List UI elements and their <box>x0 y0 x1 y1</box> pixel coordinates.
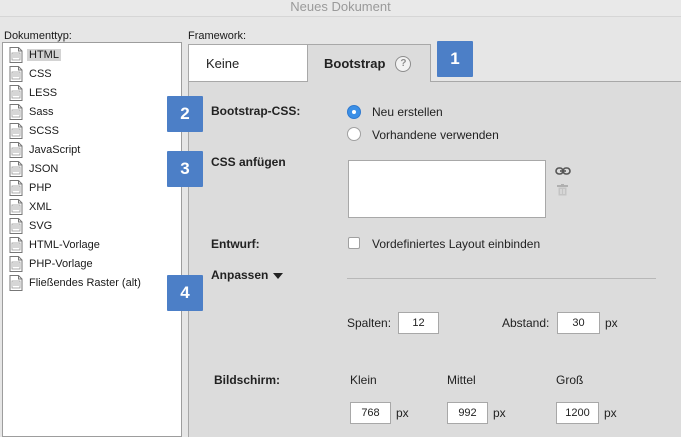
callout-badge-2: 2 <box>167 96 203 132</box>
panel-top-border <box>431 81 681 82</box>
document-icon <box>9 199 23 215</box>
doc-type-item[interactable]: PHP <box>9 179 179 197</box>
customize-label: Anpassen <box>211 268 269 282</box>
screen-medium-label: Mittel <box>447 373 476 387</box>
doc-type-item[interactable]: Fließendes Raster (alt) <box>9 274 179 292</box>
attached-css-list[interactable] <box>348 160 546 218</box>
doc-type-label: HTML-Vorlage <box>29 239 100 251</box>
doc-type-label: Sass <box>29 106 54 118</box>
document-icon <box>9 180 23 196</box>
document-icon <box>9 85 23 101</box>
document-icon <box>9 123 23 139</box>
callout-badge-1: 1 <box>437 41 473 77</box>
tab-keine[interactable]: Keine <box>188 44 308 82</box>
tab-bootstrap[interactable]: Bootstrap ? <box>307 44 431 82</box>
doc-type-item[interactable]: XML <box>9 198 179 216</box>
document-icon <box>9 237 23 253</box>
doc-type-item[interactable]: HTML <box>9 46 179 64</box>
attach-css-label: CSS anfügen <box>211 155 286 169</box>
tab-bootstrap-label: Bootstrap <box>324 56 386 71</box>
doc-type-label: SVG <box>29 220 53 232</box>
screen-large-unit: px <box>604 406 617 420</box>
callout-badge-3: 3 <box>167 151 203 187</box>
doc-type-item[interactable]: HTML-Vorlage <box>9 236 179 254</box>
doc-type-item[interactable]: SVG <box>9 217 179 235</box>
doc-type-label: CSS <box>29 68 52 80</box>
screen-large-input[interactable]: 1200 <box>556 402 599 424</box>
doc-type-item[interactable]: LESS <box>9 84 179 102</box>
screen-medium-input[interactable]: 992 <box>447 402 488 424</box>
screen-label: Bildschirm: <box>214 373 281 387</box>
document-icon <box>9 47 23 63</box>
document-icon <box>9 142 23 158</box>
trash-icon[interactable] <box>557 184 568 196</box>
doc-type-item[interactable]: Sass <box>9 103 179 121</box>
doc-type-item[interactable]: JSON <box>9 160 179 178</box>
screen-small-input[interactable]: 768 <box>350 402 391 424</box>
layout-checkbox-label[interactable]: Vordefiniertes Layout einbinden <box>372 237 540 251</box>
tab-keine-label: Keine <box>206 55 240 71</box>
document-type-list[interactable]: HTML CSS LESS Sass SCSS JavaScript JSON PHP XML S… <box>2 42 182 437</box>
document-icon <box>9 256 23 272</box>
doc-type-label: JSON <box>29 163 59 175</box>
help-icon[interactable]: ? <box>395 55 412 72</box>
layout-checkbox[interactable] <box>348 237 360 249</box>
title-bar: Neues Dokument <box>0 0 681 16</box>
doc-type-item[interactable]: SCSS <box>9 122 179 140</box>
doc-type-label: Fließendes Raster (alt) <box>29 277 141 289</box>
caret-down-icon <box>273 272 284 279</box>
doc-type-item[interactable]: JavaScript <box>9 141 179 159</box>
window-title: Neues Dokument <box>290 0 391 14</box>
bootstrap-css-label: Bootstrap-CSS: <box>211 104 301 118</box>
columns-input[interactable]: 12 <box>398 312 439 334</box>
screen-small-unit: px <box>396 406 409 420</box>
radio-new[interactable] <box>347 105 361 119</box>
screen-medium-unit: px <box>493 406 506 420</box>
doc-type-item[interactable]: CSS <box>9 65 179 83</box>
radio-new-label[interactable]: Neu erstellen <box>372 105 443 119</box>
doc-type-label: XML <box>29 201 52 213</box>
columns-label: Spalten: <box>347 316 392 330</box>
customize-toggle[interactable]: Anpassen <box>211 268 284 282</box>
radio-existing-label[interactable]: Vorhandene verwenden <box>372 128 499 142</box>
doc-type-label: LESS <box>29 87 58 99</box>
document-icon <box>9 161 23 177</box>
customize-divider <box>347 278 656 279</box>
doc-type-label: PHP <box>29 182 52 194</box>
link-icon[interactable] <box>555 166 571 176</box>
screen-small-label: Klein <box>350 373 377 387</box>
doc-type-label: PHP-Vorlage <box>29 258 93 270</box>
gutter-unit: px <box>605 316 618 330</box>
framework-label: Framework: <box>188 30 247 42</box>
doc-type-label: HTML <box>27 49 61 61</box>
doc-type-label: JavaScript <box>29 144 81 156</box>
document-icon <box>9 104 23 120</box>
document-icon <box>9 218 23 234</box>
gutter-input[interactable]: 30 <box>557 312 600 334</box>
radio-existing[interactable] <box>347 127 361 141</box>
screen-large-label: Groß <box>556 373 584 387</box>
document-type-label: Dokumenttyp: <box>4 30 72 42</box>
doc-type-item[interactable]: PHP-Vorlage <box>9 255 179 273</box>
gutter-label: Abstand: <box>502 316 550 330</box>
document-icon <box>9 66 23 82</box>
document-icon <box>9 275 23 291</box>
layout-label: Entwurf: <box>211 237 260 251</box>
callout-badge-4: 4 <box>167 275 203 311</box>
title-separator <box>0 16 681 17</box>
doc-type-label: SCSS <box>29 125 59 137</box>
